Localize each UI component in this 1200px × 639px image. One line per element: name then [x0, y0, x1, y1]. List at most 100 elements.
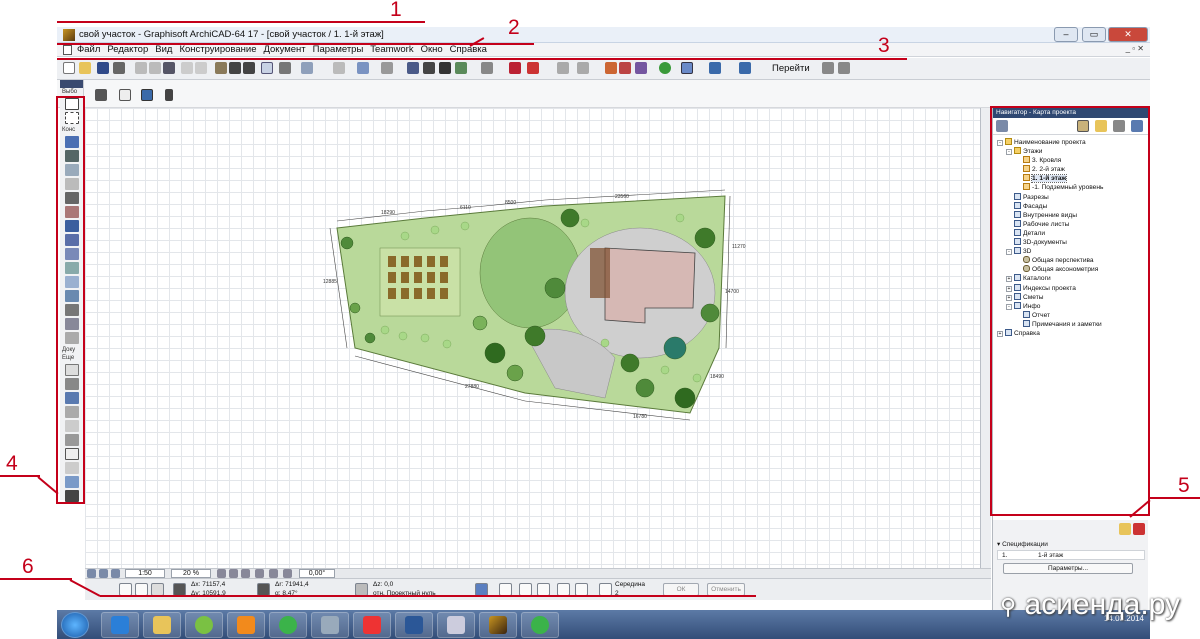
- object-tool-icon[interactable]: [65, 304, 79, 316]
- menu-document[interactable]: Документ: [263, 44, 305, 55]
- open-file-icon[interactable]: [79, 62, 91, 74]
- document-menu-icon[interactable]: [63, 45, 72, 55]
- tree-item[interactable]: + Сметы: [993, 292, 1148, 302]
- publisher-sets-icon[interactable]: [1131, 120, 1143, 132]
- slab-tool-icon[interactable]: [65, 220, 79, 232]
- stair-tool-icon[interactable]: [65, 206, 79, 218]
- snap-guides-icon[interactable]: [279, 62, 291, 74]
- taskbar-word[interactable]: [395, 612, 433, 638]
- start-button[interactable]: [61, 612, 89, 638]
- menu-help[interactable]: Справка: [450, 44, 487, 55]
- settings-button[interactable]: Параметры...: [1003, 563, 1133, 574]
- teamwork-status-icon[interactable]: [659, 62, 671, 74]
- expand-toggle-icon[interactable]: -: [997, 140, 1003, 146]
- pick-up-icon[interactable]: [229, 62, 241, 74]
- tree-item[interactable]: + Справка: [993, 328, 1148, 338]
- column-tool-icon[interactable]: [65, 178, 79, 190]
- table-icon[interactable]: [423, 62, 435, 74]
- fill-icon[interactable]: [381, 62, 393, 74]
- taskbar-image-viewer[interactable]: [311, 612, 349, 638]
- delete-icon[interactable]: [439, 62, 451, 74]
- walk-icon[interactable]: [838, 62, 850, 74]
- previous-view-icon[interactable]: [269, 569, 278, 578]
- grid-snap-icon[interactable]: [261, 62, 273, 74]
- mesh-tool-icon[interactable]: [65, 332, 79, 344]
- tree-item[interactable]: - Наименование проекта: [993, 138, 1148, 147]
- delete-icon[interactable]: [1133, 523, 1145, 535]
- marquee-icon[interactable]: [119, 89, 131, 101]
- paste-icon[interactable]: [163, 62, 175, 74]
- arrow-tool-icon[interactable]: [65, 98, 79, 110]
- schedules-header[interactable]: ▾ Спецификации: [997, 540, 1048, 548]
- taskbar-calculator[interactable]: [437, 612, 475, 638]
- menu-design[interactable]: Конструирование: [179, 44, 256, 55]
- expand-toggle-icon[interactable]: +: [1006, 285, 1012, 292]
- mdi-window-controls[interactable]: _ ▫ ✕: [1126, 44, 1144, 53]
- suspend-groups-icon[interactable]: [407, 62, 419, 74]
- tree-item[interactable]: 2. 2-й этаж: [993, 165, 1148, 174]
- expand-toggle-icon[interactable]: -: [1006, 303, 1012, 310]
- taskbar-radio[interactable]: [521, 612, 559, 638]
- minimize-button[interactable]: –: [1054, 27, 1078, 42]
- pencil-icon[interactable]: [455, 62, 467, 74]
- tree-item[interactable]: - Этажи: [993, 147, 1148, 156]
- tree-item[interactable]: Фасады: [993, 201, 1148, 211]
- menu-teamwork[interactable]: Teamwork: [370, 44, 413, 55]
- tree-item[interactable]: + Каталоги: [993, 274, 1148, 283]
- door-tool-icon[interactable]: [65, 150, 79, 162]
- close-button[interactable]: ✕: [1108, 27, 1148, 42]
- adjust-icon[interactable]: [557, 62, 569, 74]
- navigator-options-icon[interactable]: [996, 120, 1008, 132]
- hotspot-tool-icon[interactable]: [65, 462, 79, 474]
- tree-item[interactable]: - Инфо: [993, 301, 1148, 311]
- expand-toggle-icon[interactable]: +: [1006, 276, 1012, 283]
- undo-icon[interactable]: [181, 62, 193, 74]
- zoom-in-icon[interactable]: [217, 569, 226, 578]
- shell-tool-icon[interactable]: [65, 248, 79, 260]
- new-folder-icon[interactable]: [1119, 523, 1131, 535]
- view-map-icon[interactable]: [1095, 120, 1107, 132]
- split-icon[interactable]: [527, 62, 539, 74]
- tree-item[interactable]: Общая перспектива: [993, 256, 1148, 265]
- taskbar-browser[interactable]: [101, 612, 139, 638]
- offset-icon[interactable]: [509, 62, 521, 74]
- tree-item[interactable]: 3. Кровля: [993, 156, 1148, 165]
- curtain-wall-tool-icon[interactable]: [65, 276, 79, 288]
- new-file-icon[interactable]: [63, 62, 75, 74]
- zoom-field[interactable]: 20 %: [171, 569, 211, 578]
- skylight-tool-icon[interactable]: [65, 262, 79, 274]
- menu-options[interactable]: Параметры: [313, 44, 364, 55]
- tree-item[interactable]: Примечания и заметки: [993, 319, 1148, 329]
- tree-item[interactable]: Общая аксонометрия: [993, 265, 1148, 274]
- tree-item[interactable]: Отчет: [993, 310, 1148, 320]
- tree-item[interactable]: 3D-документы: [993, 238, 1148, 247]
- fill-tool-icon[interactable]: [65, 420, 79, 432]
- publisher-icon[interactable]: [739, 62, 751, 74]
- tree-item[interactable]: 1. 1-й этаж: [993, 174, 1148, 184]
- photo-render-icon[interactable]: [635, 62, 647, 74]
- expand-toggle-icon[interactable]: +: [997, 330, 1003, 337]
- copy-icon[interactable]: [149, 62, 161, 74]
- render-icon[interactable]: [619, 62, 631, 74]
- camera-tool-icon[interactable]: [65, 490, 79, 502]
- zoom-out-icon[interactable]: [229, 569, 238, 578]
- morph-tool-icon[interactable]: [65, 290, 79, 302]
- spline-tool-icon[interactable]: [65, 448, 79, 460]
- tree-item[interactable]: Разрезы: [993, 192, 1148, 202]
- floor-plan-canvas[interactable]: 18290 6110 8500 23560 11270 12885 14700 …: [85, 108, 981, 568]
- taskbar-odnoklassniki[interactable]: [227, 612, 265, 638]
- window-tool-icon[interactable]: [65, 164, 79, 176]
- taskbar-app-green[interactable]: [185, 612, 223, 638]
- expand-toggle-icon[interactable]: -: [1006, 149, 1012, 156]
- fit-in-window-icon[interactable]: [241, 569, 250, 578]
- floor-plan-view-icon[interactable]: [681, 62, 693, 74]
- inject-icon[interactable]: [243, 62, 255, 74]
- orientation-field[interactable]: 0,00°: [299, 569, 335, 578]
- tree-item[interactable]: -1. Подземный уровень: [993, 183, 1148, 192]
- vertical-scrollbar[interactable]: [981, 108, 991, 568]
- menu-window[interactable]: Окно: [421, 44, 443, 55]
- scale-field[interactable]: 1:50: [125, 569, 165, 578]
- section-icon[interactable]: [357, 62, 369, 74]
- beam-tool-icon[interactable]: [65, 192, 79, 204]
- expand-toggle-icon[interactable]: +: [1006, 294, 1012, 301]
